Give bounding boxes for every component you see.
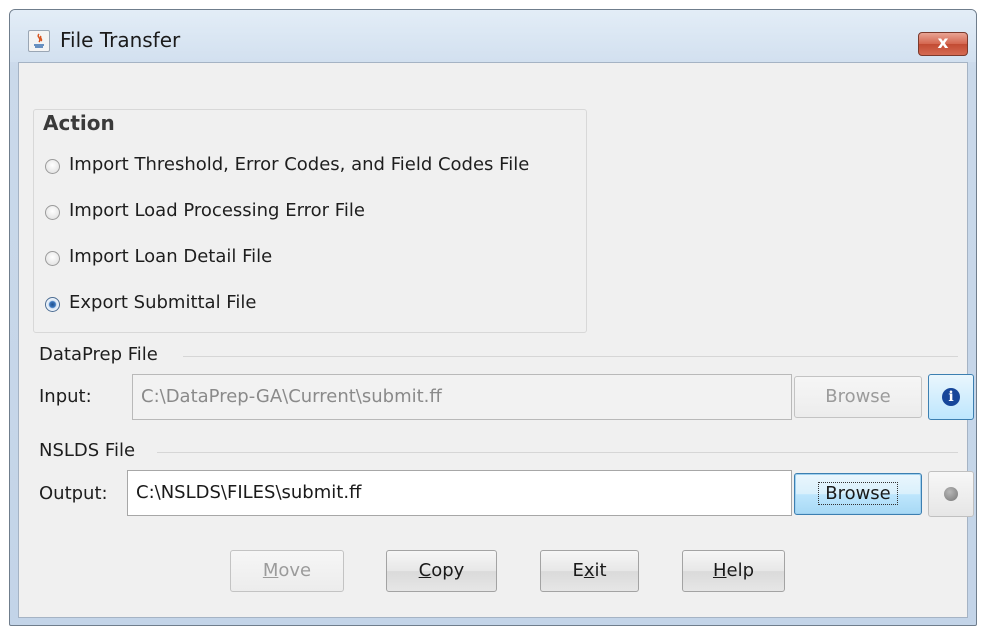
radio-label: Import Loan Detail File [69, 246, 273, 267]
copy-button[interactable]: Copy [386, 550, 497, 592]
input-browse-button[interactable]: Browse [794, 376, 922, 418]
move-label-rest: ove [278, 560, 312, 581]
status-dot-icon [944, 487, 958, 501]
nslds-group-title: NSLDS File [39, 440, 136, 461]
exit-mnemonic: x [583, 560, 595, 581]
radio-button[interactable] [45, 251, 60, 266]
radio-button-selected[interactable] [45, 297, 60, 312]
output-browse-button[interactable]: Browse [794, 473, 922, 515]
help-mnemonic: H [712, 560, 727, 581]
window-title: File Transfer [60, 28, 181, 52]
radio-label: Import Load Processing Error File [69, 200, 365, 221]
radio-button[interactable] [45, 205, 60, 220]
copy-label-rest: opy [431, 560, 465, 581]
move-mnemonic: M [262, 560, 279, 581]
group-divider [157, 452, 958, 453]
radio-button[interactable] [45, 159, 60, 174]
radio-label: Import Threshold, Error Codes, and Field… [69, 154, 530, 175]
action-group-title: Action [43, 111, 115, 135]
java-app-icon [28, 30, 50, 52]
exit-label-pre: E [572, 560, 584, 581]
radio-label: Export Submittal File [69, 292, 257, 313]
copy-mnemonic: C [418, 560, 432, 581]
title-bar: File Transfer x [10, 10, 976, 62]
dialog-content: Action Import Threshold, Error Codes, an… [18, 62, 974, 618]
group-divider [183, 356, 958, 357]
help-button[interactable]: Help [682, 550, 785, 592]
input-path-field[interactable]: C:\DataPrep-GA\Current\submit.ff [132, 374, 792, 420]
info-icon: i [942, 388, 960, 406]
exit-label-rest: it [594, 560, 607, 581]
output-label: Output: [39, 483, 108, 504]
close-button[interactable]: x [918, 32, 968, 56]
status-button[interactable] [928, 471, 974, 517]
info-button[interactable]: i [928, 374, 974, 420]
exit-button[interactable]: Exit [540, 550, 639, 592]
output-browse-label: Browse [818, 482, 898, 505]
output-path-field[interactable]: C:\NSLDS\FILES\submit.ff [127, 470, 792, 516]
input-label: Input: [39, 386, 92, 407]
help-label-rest: elp [726, 560, 755, 581]
dataprep-group-title: DataPrep File [39, 344, 158, 365]
move-button[interactable]: Move [230, 550, 344, 592]
file-transfer-window: File Transfer x Action Import Threshold,… [9, 9, 977, 626]
close-icon: x [937, 33, 949, 53]
